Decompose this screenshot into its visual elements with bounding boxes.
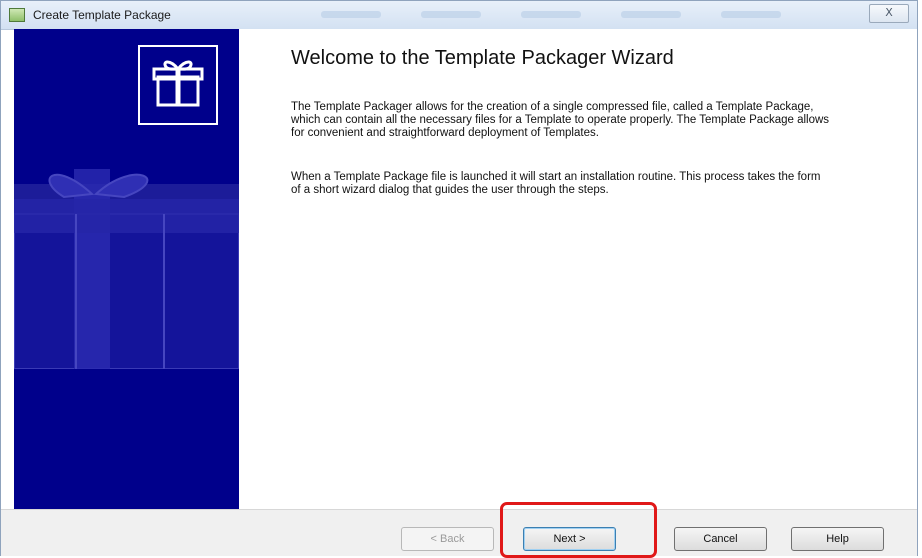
window-title: Create Template Package bbox=[33, 8, 171, 22]
wizard-sidebar bbox=[14, 29, 239, 509]
help-button[interactable]: Help bbox=[791, 527, 884, 551]
title-bar-blur bbox=[321, 11, 381, 18]
gift-box-watermark-icon bbox=[14, 169, 239, 369]
wizard-window: Create Template Package X Welcome to the… bbox=[0, 0, 918, 556]
back-button[interactable]: < Back bbox=[401, 527, 494, 551]
page-heading: Welcome to the Template Packager Wizard bbox=[291, 47, 674, 69]
intro-paragraph: The Template Packager allows for the cre… bbox=[291, 101, 830, 139]
content-panel: Welcome to the Template Packager Wizard … bbox=[239, 29, 917, 509]
cancel-button[interactable]: Cancel bbox=[674, 527, 767, 551]
close-icon: X bbox=[885, 6, 893, 19]
title-bar[interactable]: Create Template Package X bbox=[1, 1, 917, 30]
close-button[interactable]: X bbox=[869, 4, 909, 23]
gift-box-icon bbox=[138, 45, 218, 125]
package-icon bbox=[9, 8, 25, 22]
title-bar-blur bbox=[621, 11, 681, 18]
title-bar-blur bbox=[721, 11, 781, 18]
title-bar-blur bbox=[521, 11, 581, 18]
launch-paragraph: When a Template Package file is launched… bbox=[291, 171, 821, 196]
title-bar-blur bbox=[421, 11, 481, 18]
next-button-highlight bbox=[500, 502, 657, 558]
